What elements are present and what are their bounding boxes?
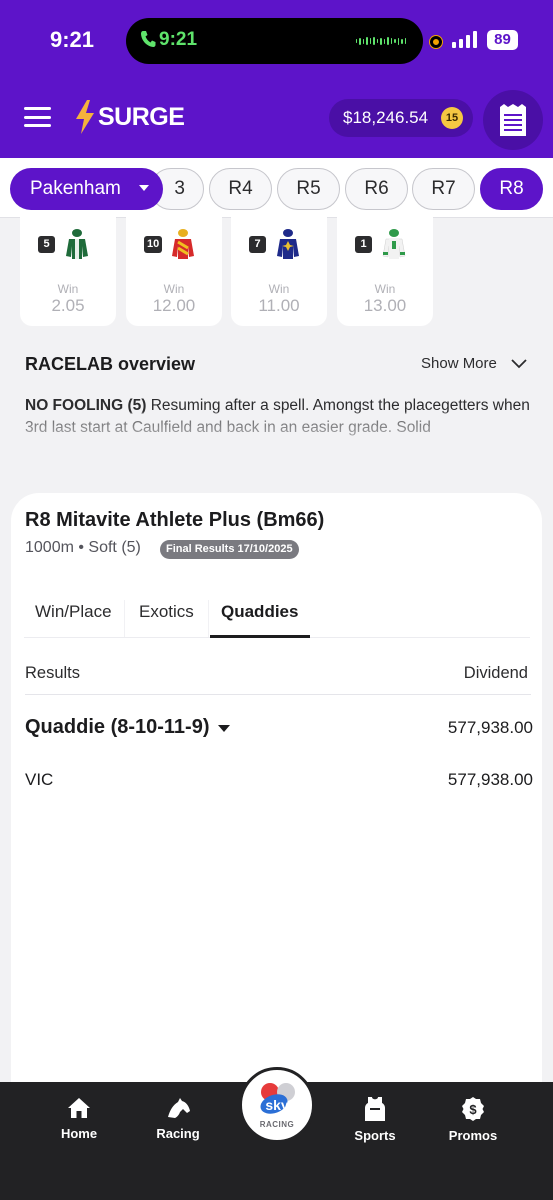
betslip-button[interactable] bbox=[483, 90, 543, 150]
tab-divider bbox=[124, 600, 125, 638]
venue-name: Pakenham bbox=[30, 178, 121, 199]
nav-home-label: Home bbox=[60, 1126, 98, 1141]
win-label: Win bbox=[57, 282, 79, 296]
results-header: Results bbox=[25, 664, 81, 682]
nav-sports-label: Sports bbox=[354, 1128, 396, 1143]
race-title: R8 Mitavite Athlete Plus (Bm66) bbox=[25, 509, 325, 531]
race-tab-r6[interactable]: R6 bbox=[345, 168, 408, 210]
race-tab-r4[interactable]: R4 bbox=[209, 168, 272, 210]
final-results-badge: Final Results 17/10/2025 bbox=[160, 540, 299, 559]
status-time: 9:21 bbox=[50, 27, 95, 52]
results-panel bbox=[11, 493, 542, 1113]
recording-indicator-icon bbox=[430, 36, 442, 48]
nav-home[interactable]: Home bbox=[39, 1096, 119, 1141]
race-tab-r7[interactable]: R7 bbox=[412, 168, 475, 210]
active-tab-indicator bbox=[210, 635, 310, 638]
nav-racing[interactable]: Racing bbox=[138, 1096, 218, 1141]
runner-number: 5 bbox=[38, 236, 55, 253]
quaddie-dropdown[interactable]: Quaddie (8-10-11-9) bbox=[25, 716, 230, 739]
quaddie-label: Quaddie (8-10-11-9) bbox=[25, 716, 210, 738]
horse-head-icon bbox=[168, 1098, 190, 1118]
win-odds: 2.05 bbox=[51, 296, 85, 315]
svg-text:$: $ bbox=[469, 1102, 477, 1117]
nav-promos[interactable]: $ Promos bbox=[433, 1096, 513, 1143]
account-balance-button[interactable]: $18,246.54 15 bbox=[329, 99, 473, 137]
call-time: 9:21 bbox=[159, 29, 198, 50]
win-odds: 12.00 bbox=[152, 296, 196, 315]
singlet-icon bbox=[365, 1097, 385, 1121]
chevron-down-icon bbox=[217, 725, 230, 732]
surge-logo[interactable]: SURGE bbox=[74, 100, 185, 134]
sky-racing-label: RACING bbox=[259, 1120, 295, 1129]
win-label: Win bbox=[268, 282, 290, 296]
tab-divider bbox=[208, 600, 209, 638]
nav-sports[interactable]: Sports bbox=[335, 1096, 415, 1143]
phone-icon bbox=[141, 31, 156, 47]
racelab-title: RACELAB overview bbox=[25, 354, 196, 374]
svg-text:sky: sky bbox=[265, 1097, 289, 1113]
jockey-silk-icon bbox=[382, 229, 406, 259]
nav-racing-label: Racing bbox=[156, 1126, 200, 1141]
jockey-silk-icon bbox=[277, 229, 299, 259]
win-label: Win bbox=[163, 282, 185, 296]
win-odds: 13.00 bbox=[363, 296, 407, 315]
battery-icon: 89 bbox=[487, 30, 518, 50]
sky-racing-button[interactable]: sky RACING bbox=[239, 1067, 315, 1143]
win-label: Win bbox=[374, 282, 396, 296]
signal-icon bbox=[452, 31, 477, 48]
race-tab-r5[interactable]: R5 bbox=[277, 168, 340, 210]
jockey-silk-icon bbox=[66, 229, 88, 259]
text-fade-overlay bbox=[0, 412, 553, 456]
runner-card[interactable]: 7 Win 11.00 bbox=[231, 216, 327, 326]
jockey-silk-icon bbox=[172, 229, 194, 259]
runner-number: 10 bbox=[144, 236, 163, 253]
tab-exotics[interactable]: Exotics bbox=[139, 602, 194, 622]
dollar-badge-icon: $ bbox=[462, 1097, 484, 1121]
win-odds: 11.00 bbox=[258, 296, 300, 315]
race-tab-r8[interactable]: R8 bbox=[480, 168, 543, 210]
bonus-badge: 15 bbox=[441, 107, 463, 129]
venue-dropdown[interactable]: Pakenham bbox=[10, 168, 163, 210]
tab-quaddies[interactable]: Quaddies bbox=[221, 602, 298, 622]
state-dividend: 577,938.00 bbox=[447, 770, 533, 789]
show-more-button[interactable]: Show More bbox=[421, 355, 527, 372]
nav-promos-label: Promos bbox=[448, 1128, 498, 1143]
lightning-bolt-icon bbox=[76, 100, 94, 134]
race-meta: 1000m • Soft (5) bbox=[25, 539, 141, 556]
runner-number: 1 bbox=[355, 236, 372, 253]
betslip-icon bbox=[500, 104, 526, 136]
runner-number: 7 bbox=[249, 236, 266, 253]
runner-card[interactable]: 5 Win 2.05 bbox=[20, 216, 116, 326]
state-label: VIC bbox=[25, 770, 54, 789]
chevron-down-icon bbox=[139, 185, 149, 191]
runner-card[interactable]: 1 Win 13.00 bbox=[337, 216, 433, 326]
quaddie-dividend: 577,938.00 bbox=[447, 718, 533, 737]
show-more-label: Show More bbox=[421, 355, 497, 372]
menu-button[interactable] bbox=[24, 107, 51, 127]
logo-text: SURGE bbox=[98, 102, 185, 131]
tab-win-place[interactable]: Win/Place bbox=[35, 602, 112, 622]
dividend-header: Dividend bbox=[463, 664, 528, 682]
audio-wave-icon bbox=[356, 37, 407, 45]
balance-amount: $18,246.54 bbox=[343, 108, 429, 127]
home-icon bbox=[68, 1098, 90, 1118]
results-divider bbox=[25, 694, 531, 695]
chevron-down-icon bbox=[511, 358, 527, 368]
runner-card[interactable]: 10 Win 12.00 bbox=[126, 216, 222, 326]
dynamic-island[interactable]: 9:21 bbox=[126, 18, 423, 64]
sky-racing-logo-icon: sky bbox=[260, 1083, 295, 1114]
